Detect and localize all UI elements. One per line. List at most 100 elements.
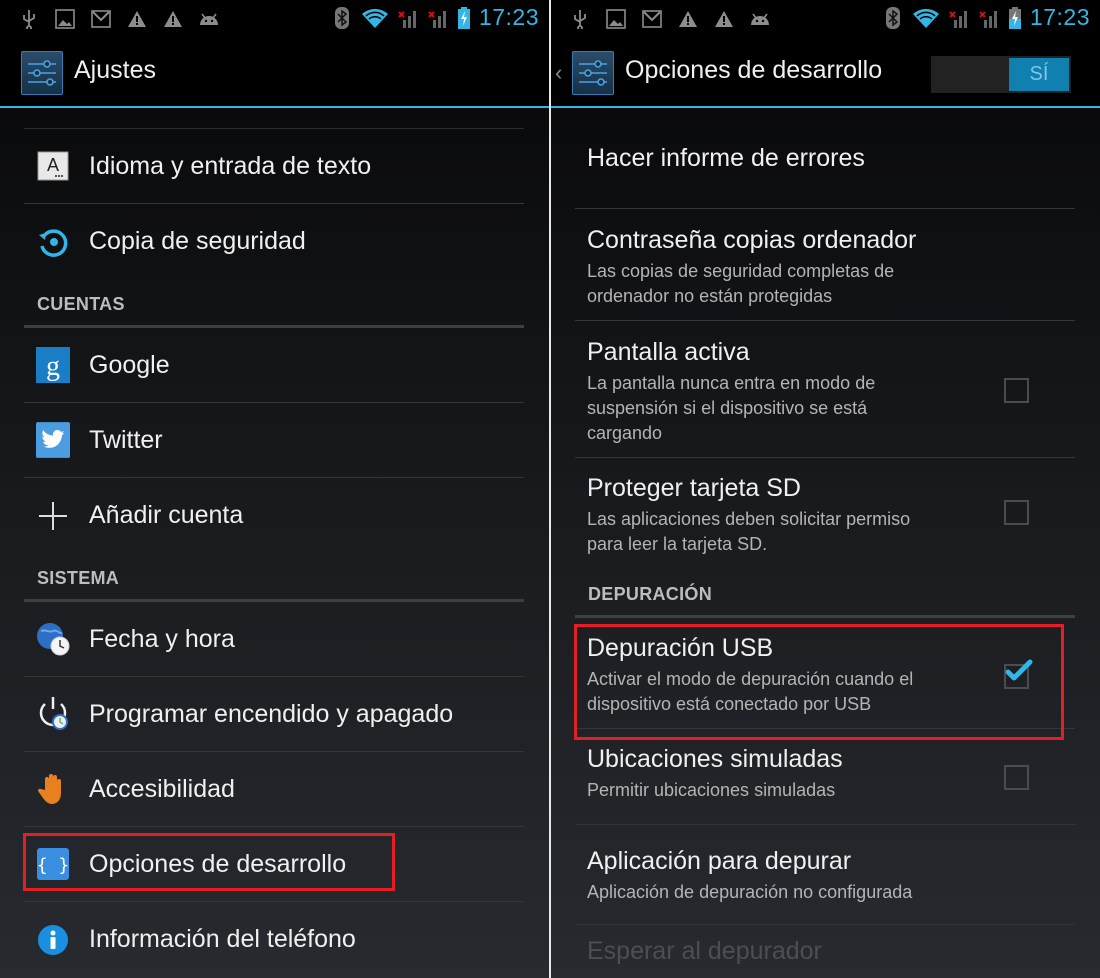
status-bar: 17:23 bbox=[0, 0, 549, 38]
option-summary: Aplicación de depuración no configurada bbox=[587, 882, 913, 902]
info-icon bbox=[36, 923, 70, 957]
item-label: Copia de seguridad bbox=[89, 227, 306, 255]
hand-icon bbox=[36, 772, 70, 806]
backup-icon bbox=[36, 225, 70, 259]
gmail-icon bbox=[90, 8, 112, 30]
settings-item-power-schedule[interactable]: Programar encendido y apagado bbox=[24, 677, 524, 752]
item-label: Añadir cuenta bbox=[89, 501, 244, 529]
warning-icon bbox=[713, 8, 735, 30]
option-debug-app[interactable]: Aplicación para depurar Aplicación de de… bbox=[575, 825, 1075, 925]
battery-charging-icon bbox=[1008, 6, 1022, 29]
item-label: Información del teléfono bbox=[89, 925, 356, 953]
signal-no-sim-icon bbox=[948, 7, 970, 29]
twitter-icon bbox=[36, 422, 70, 458]
option-title: Ubicaciones simuladas bbox=[587, 745, 843, 773]
signal-no-sim-icon bbox=[978, 7, 1000, 29]
keyboard-a-icon: A bbox=[36, 149, 70, 183]
wifi-icon bbox=[361, 7, 389, 29]
battery-charging-icon bbox=[457, 6, 471, 29]
clock: 17:23 bbox=[1029, 4, 1090, 30]
developer-options-list: Hacer informe de errores Contraseña copi… bbox=[575, 110, 1075, 978]
usb-icon bbox=[569, 8, 591, 30]
signal-no-sim-icon bbox=[427, 7, 449, 29]
android-icon bbox=[749, 8, 771, 30]
image-icon bbox=[605, 8, 627, 30]
developer-braces-icon: { } bbox=[36, 847, 70, 881]
option-summary: Las copias de seguridad completas de ord… bbox=[587, 261, 895, 306]
item-label: Google bbox=[89, 350, 170, 379]
settings-item-google[interactable]: g Google bbox=[24, 328, 524, 403]
globe-clock-icon bbox=[36, 622, 70, 656]
option-protect-sd[interactable]: Proteger tarjeta SD Las aplicaciones deb… bbox=[575, 458, 1075, 568]
android-icon bbox=[198, 8, 220, 30]
settings-item-date-time[interactable]: Fecha y hora bbox=[24, 602, 524, 677]
option-title: Proteger tarjeta SD bbox=[587, 474, 801, 502]
settings-item-language[interactable]: A Idioma y entrada de texto bbox=[24, 129, 524, 204]
warning-icon bbox=[677, 8, 699, 30]
bluetooth-icon bbox=[882, 6, 904, 29]
option-wait-for-debugger: Esperar al depurador bbox=[575, 925, 1075, 978]
item-label: Opciones de desarrollo bbox=[89, 849, 347, 878]
settings-screen: 17:23 Ajustes A Idioma y entrada de text… bbox=[0, 0, 549, 978]
image-icon bbox=[54, 8, 76, 30]
settings-item-backup[interactable]: Copia de seguridad bbox=[24, 204, 524, 279]
svg-text:{ }: { } bbox=[37, 855, 69, 876]
item-label: Accesibilidad bbox=[89, 774, 235, 803]
page-title: Opciones de desarrollo bbox=[625, 56, 883, 84]
usb-icon bbox=[18, 8, 40, 30]
gmail-icon bbox=[641, 8, 663, 30]
checkbox-protect-sd[interactable] bbox=[1004, 500, 1029, 525]
option-title: Contraseña copias ordenador bbox=[587, 226, 917, 254]
svg-text:g: g bbox=[46, 351, 60, 382]
svg-text:A: A bbox=[47, 155, 59, 175]
back-chevron-icon[interactable]: ‹ bbox=[555, 60, 562, 86]
option-backup-password[interactable]: Contraseña copias ordenador Las copias d… bbox=[575, 209, 1075, 321]
clock: 17:23 bbox=[478, 4, 539, 30]
option-title: Pantalla activa bbox=[587, 338, 750, 366]
toggle-on-label: SÍ bbox=[1009, 58, 1069, 91]
option-title: Hacer informe de errores bbox=[587, 144, 865, 172]
section-header-debugging: DEPURACIÓN bbox=[575, 568, 1075, 618]
option-usb-debugging[interactable]: Depuración USB Activar el modo de depura… bbox=[575, 618, 1075, 729]
option-stay-awake[interactable]: Pantalla activa La pantalla nunca entra … bbox=[575, 321, 1075, 458]
list-divider bbox=[24, 110, 524, 129]
settings-sliders-icon[interactable] bbox=[21, 51, 63, 95]
settings-item-twitter[interactable]: Twitter bbox=[24, 403, 524, 478]
option-summary: Permitir ubicaciones simuladas bbox=[587, 780, 836, 800]
developer-options-toggle[interactable]: SÍ bbox=[931, 56, 1071, 93]
item-label: Programar encendido y apagado bbox=[89, 699, 454, 728]
section-header-accounts: CUENTAS bbox=[24, 279, 524, 328]
option-title: Aplicación para depurar bbox=[587, 847, 852, 875]
option-mock-locations[interactable]: Ubicaciones simuladas Permitir ubicacion… bbox=[575, 729, 1075, 825]
wifi-icon bbox=[912, 7, 940, 29]
plus-icon bbox=[36, 499, 70, 533]
settings-item-developer-options[interactable]: { } Opciones de desarrollo bbox=[24, 827, 524, 902]
section-header-system: SISTEMA bbox=[24, 553, 524, 602]
checkbox-stay-awake[interactable] bbox=[1004, 378, 1029, 403]
settings-list: A Idioma y entrada de texto Copia de seg… bbox=[24, 110, 524, 977]
developer-options-screen: 17:23 ‹ Opciones de desarrollo SÍ Hacer … bbox=[551, 0, 1100, 978]
option-summary: Activar el modo de depuración cuando el … bbox=[587, 669, 914, 714]
option-summary: Las aplicaciones deben solicitar permiso… bbox=[587, 509, 911, 554]
page-title: Ajustes bbox=[74, 56, 156, 84]
option-summary: La pantalla nunca entra en modo de suspe… bbox=[587, 373, 876, 443]
settings-item-add-account[interactable]: Añadir cuenta bbox=[24, 478, 524, 553]
checkmark-icon bbox=[1005, 659, 1033, 681]
settings-item-phone-info[interactable]: Información del teléfono bbox=[24, 902, 524, 977]
warning-icon bbox=[126, 8, 148, 30]
warning-icon bbox=[162, 8, 184, 30]
action-bar: Ajustes bbox=[0, 38, 549, 108]
item-label: Twitter bbox=[89, 425, 163, 454]
checkbox-mock-locations[interactable] bbox=[1004, 765, 1029, 790]
action-bar: ‹ Opciones de desarrollo SÍ bbox=[551, 38, 1100, 108]
option-bug-report[interactable]: Hacer informe de errores bbox=[575, 110, 1075, 209]
status-bar: 17:23 bbox=[551, 0, 1100, 38]
signal-no-sim-icon bbox=[397, 7, 419, 29]
item-label: Fecha y hora bbox=[89, 624, 235, 653]
checkbox-usb-debugging[interactable] bbox=[1004, 659, 1033, 689]
power-clock-icon bbox=[36, 697, 70, 731]
settings-item-accessibility[interactable]: Accesibilidad bbox=[24, 752, 524, 827]
option-title: Esperar al depurador bbox=[587, 937, 822, 965]
google-icon: g bbox=[36, 347, 70, 383]
settings-sliders-icon[interactable] bbox=[572, 51, 614, 95]
